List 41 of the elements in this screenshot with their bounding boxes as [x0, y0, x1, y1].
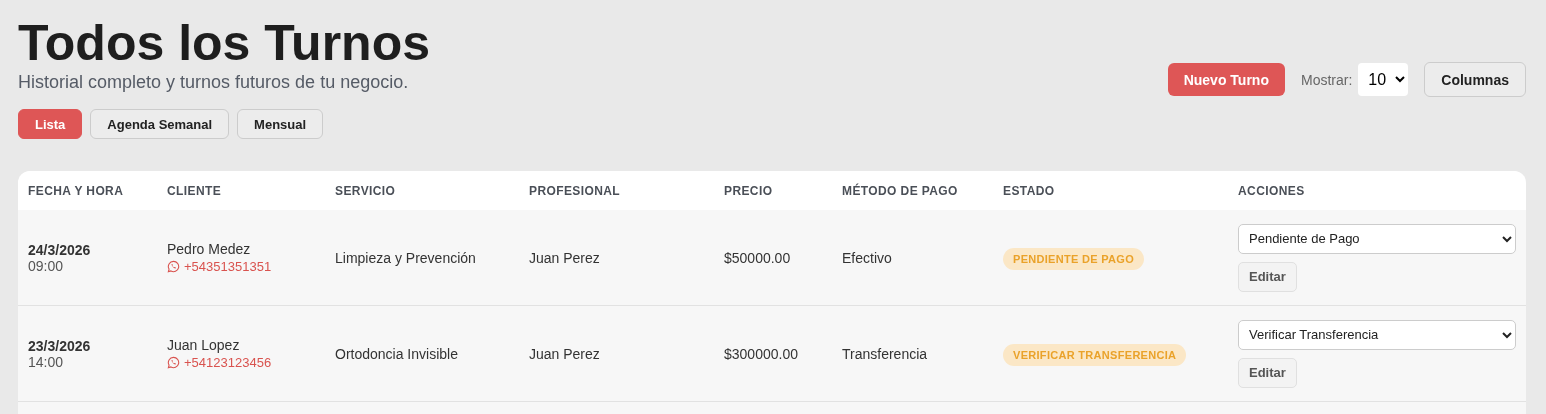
column-header: ESTADO	[1003, 183, 1056, 198]
payment-method-cell-text: Efectivo	[842, 249, 893, 266]
column-header: MÉTODO DE PAGO	[842, 183, 959, 198]
whatsapp-icon	[167, 356, 180, 369]
client-name: Pedro Medez	[167, 241, 252, 257]
column-header: PROFESIONAL	[529, 183, 622, 198]
view-tab[interactable]: Agenda Semanal	[90, 109, 230, 139]
columns-button[interactable]: Columnas	[1424, 62, 1526, 97]
appointment-time: 14:00	[28, 353, 65, 370]
whatsapp-icon	[167, 260, 180, 273]
client-phone-link[interactable]: +54123123456	[184, 355, 272, 370]
show-label: Mostrar:	[1300, 71, 1353, 88]
status-badge: PENDIENTE DE PAGO	[1003, 247, 1145, 270]
payment-method-cell-text: Transferencia	[842, 345, 929, 362]
column-header: FECHA Y HORA	[28, 183, 125, 198]
edit-button[interactable]: Editar	[1238, 261, 1297, 292]
service-cell-text: Ortodoncia Invisible	[335, 345, 459, 362]
column-header: CLIENTE	[167, 183, 223, 198]
new-appointment-button[interactable]: Nuevo Turno	[1167, 63, 1285, 96]
price-cell-text: $50000.00	[724, 249, 792, 266]
client-phone-link[interactable]: +54351351351	[184, 259, 272, 274]
view-tab[interactable]: Lista	[18, 109, 83, 139]
appointment-date: 23/3/2026	[28, 337, 92, 354]
column-header: SERVICIO	[335, 183, 397, 198]
edit-button[interactable]: Editar	[1238, 357, 1297, 388]
service-cell-text: Limpieza y Prevención	[335, 249, 477, 266]
column-header: ACCIONES	[1238, 183, 1306, 198]
page-size-select[interactable]: 10	[1358, 63, 1409, 96]
status-badge: VERIFICAR TRANSFERENCIA	[1003, 343, 1187, 366]
appointment-date: 24/3/2026	[28, 241, 92, 258]
professional-cell-text: Juan Perez	[529, 249, 601, 266]
column-header: PRECIO	[724, 183, 774, 198]
view-tab[interactable]: Mensual	[237, 109, 324, 139]
client-name: Juan Lopez	[167, 337, 241, 353]
status-select[interactable]: Verificar Transferencia	[1238, 319, 1516, 350]
status-select[interactable]: Pendiente de Pago	[1238, 223, 1516, 254]
price-cell-text: $300000.00	[724, 345, 799, 362]
appointment-time: 09:00	[28, 257, 65, 274]
page-subtitle: Historial completo y turnos futuros de tu negocio.	[18, 72, 410, 93]
page-title: Todos los Turnos	[18, 14, 430, 72]
professional-cell-text: Juan Perez	[529, 345, 601, 362]
